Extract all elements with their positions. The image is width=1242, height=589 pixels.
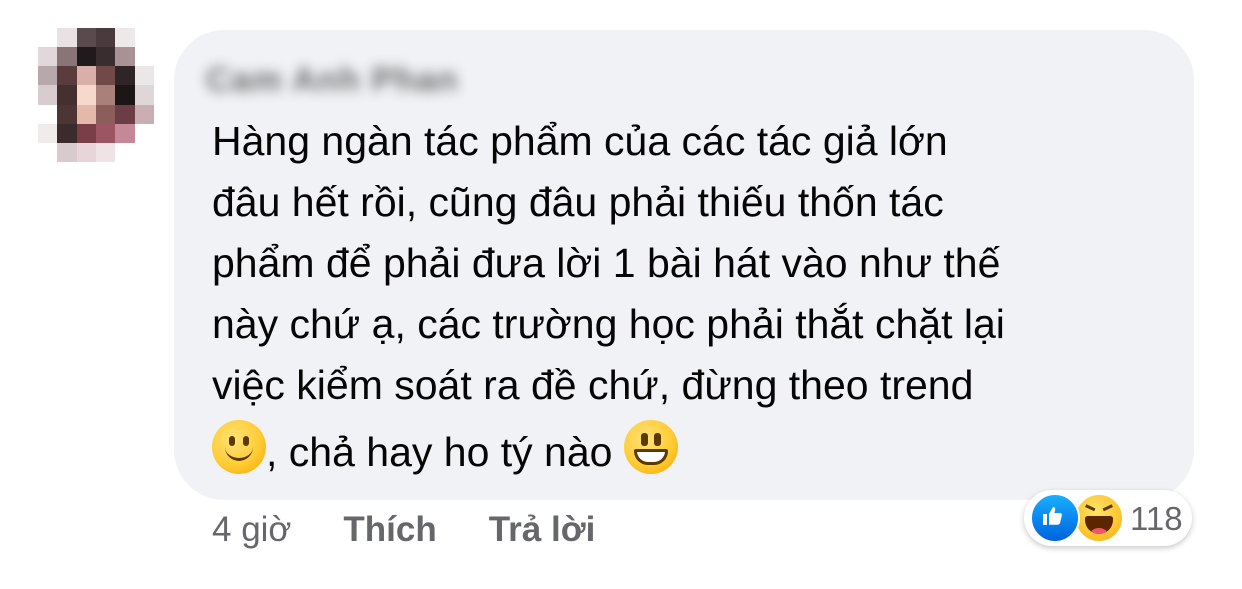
comment-line-text: , chả hay ho tý nào <box>266 429 624 475</box>
reaction-count: 118 <box>1130 500 1183 537</box>
comment-actions: 4 giờ Thích Trả lời <box>212 510 595 550</box>
comment-line: Hàng ngàn tác phẩm của các tác giả lớn <box>212 118 948 164</box>
haha-icon <box>1074 493 1124 543</box>
reaction-summary[interactable]: 118 <box>1024 490 1192 546</box>
reply-button[interactable]: Trả lời <box>489 510 596 550</box>
comment-author[interactable]: Cam Anh Phan <box>206 61 459 100</box>
comment-line: đâu hết rồi, cũng đâu phải thiếu thốn tá… <box>212 179 944 225</box>
comment-text: Hàng ngàn tác phẩm của các tác giả lớn đ… <box>212 111 1172 483</box>
comment-timestamp[interactable]: 4 giờ <box>212 510 291 550</box>
grinning-face-icon <box>623 420 678 474</box>
like-button[interactable]: Thích <box>343 510 436 550</box>
like-icon <box>1030 493 1080 543</box>
comment-line: này chứ ạ, các trường học phải thắt chặt… <box>212 301 1005 347</box>
comment-line: phẩm để phải đưa lời 1 bài hát vào như t… <box>212 240 1001 286</box>
comment-line: việc kiểm soát ra đề chứ, đừng theo tren… <box>212 362 974 408</box>
author-name[interactable]: Cam Anh Phan <box>206 61 459 100</box>
avatar[interactable] <box>38 28 154 162</box>
comment-last-line: , chả hay ho tý nào <box>212 420 1172 483</box>
slightly-smiling-face-icon <box>212 420 266 474</box>
